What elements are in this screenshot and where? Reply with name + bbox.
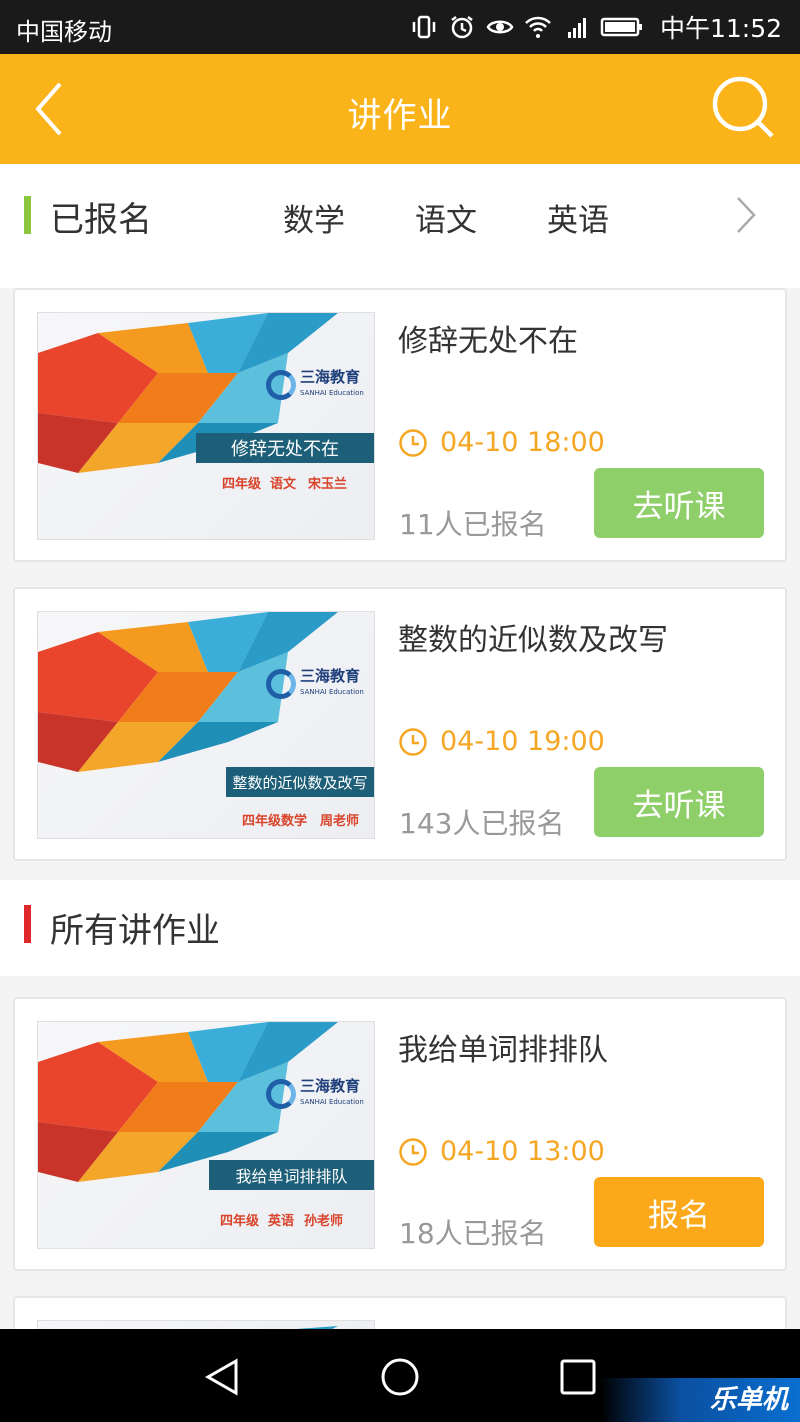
lesson-thumbnail: 三海教育 SANHAI Education 整数的近似数及改写 四年级数学 周老师: [37, 611, 375, 839]
system-nav-bar: 乐单机: [0, 1329, 800, 1422]
tab-math[interactable]: 数学: [283, 195, 345, 240]
poly-art: [38, 313, 338, 473]
registered-header: 已报名 数学 语文 英语: [0, 164, 800, 268]
alarm-icon: [451, 16, 473, 39]
registered-label: 已报名: [50, 200, 152, 240]
registered-count: 11人已报名: [399, 508, 547, 541]
lesson-card[interactable]: 三海教育 SANHAI Education 我给单词排排队 四年级 英语 孙老师 …: [13, 997, 787, 1271]
attend-class-button[interactable]: 去听课: [594, 468, 764, 538]
battery-icon: [600, 17, 642, 37]
section-marker: [24, 905, 31, 943]
thumb-meta: 四年级: [220, 1214, 260, 1229]
lesson-title: 整数的近似数及改写: [398, 623, 668, 658]
poly-art: [38, 612, 338, 772]
chevron-right-icon[interactable]: [732, 194, 760, 236]
thumb-meta: 孙老师: [304, 1214, 344, 1229]
lesson-thumbnail: 三海教育 SANHAI Education 我给单词排排队 四年级 英语 孙老师: [37, 1021, 375, 1249]
lesson-time: 04-10 18:00: [440, 427, 605, 458]
thumb-banner: 我给单词排排队: [209, 1160, 374, 1190]
brand-logo: 三海教育 SANHAI Education: [266, 1078, 364, 1110]
clock-icon: [399, 429, 427, 457]
tab-chinese[interactable]: 语文: [415, 195, 477, 240]
status-icons: 中午11:52: [410, 10, 782, 44]
lesson-card[interactable]: 三海教育 SANHAI Education 修辞无处不在 四年级 语文 宋玉兰 修…: [13, 288, 787, 562]
thumb-meta: 四年级数学: [242, 814, 308, 829]
eye-icon: [486, 20, 514, 34]
status-time: 中午11:52: [659, 14, 782, 43]
page-title: 讲作业: [347, 96, 453, 136]
carrier-name: 中国移动: [16, 18, 112, 46]
lesson-title: 修辞无处不在: [398, 324, 578, 359]
thumb-banner: 修辞无处不在: [196, 433, 374, 463]
tab-english[interactable]: 英语: [547, 195, 609, 240]
clock-icon: [399, 728, 427, 756]
logo-mark-icon: [266, 370, 296, 400]
logo-text: 三海教育: [300, 667, 361, 685]
logo-mark-icon: [266, 1079, 296, 1109]
clock-icon: [399, 1138, 427, 1166]
logo-text: 三海教育: [300, 1077, 361, 1095]
registered-count: 18人已报名: [399, 1217, 547, 1250]
thumb-meta: 英语: [268, 1214, 295, 1229]
logo-text: 三海教育: [300, 368, 361, 386]
lesson-time: 04-10 13:00: [440, 1136, 605, 1167]
register-button[interactable]: 报名: [594, 1177, 764, 1247]
lesson-card[interactable]: 三海教育 SANHAI Education 整数的近似数及改写 四年级数学 周老师…: [13, 587, 787, 861]
brand-logo: 三海教育 SANHAI Education: [266, 668, 364, 700]
lesson-time: 04-10 19:00: [440, 726, 605, 757]
nav-back-icon[interactable]: [200, 1355, 244, 1399]
all-lessons-header: 所有讲作业: [0, 880, 800, 976]
all-lessons-label: 所有讲作业: [50, 911, 220, 951]
watermark: 乐单机: [600, 1378, 800, 1422]
logo-subtext: SANHAI Education: [300, 1098, 364, 1106]
lesson-thumbnail: 三海教育 SANHAI Education 修辞无处不在 四年级 语文 宋玉兰: [37, 312, 375, 540]
thumb-meta: 宋玉兰: [308, 477, 348, 492]
signal-4g-icon: [567, 18, 586, 38]
nav-home-icon[interactable]: [378, 1355, 422, 1399]
registered-count: 143人已报名: [399, 807, 565, 840]
lesson-title: 我给单词排排队: [398, 1033, 608, 1068]
wifi-icon: [525, 16, 551, 38]
nav-recents-icon[interactable]: [556, 1355, 600, 1399]
logo-mark-icon: [266, 669, 296, 699]
thumb-meta: 语文: [270, 477, 297, 492]
brand-logo: 三海教育 SANHAI Education: [266, 369, 364, 401]
section-marker: [24, 196, 31, 234]
thumb-meta: 四年级: [222, 477, 262, 492]
thumb-meta: 周老师: [320, 814, 360, 829]
thumb-banner: 整数的近似数及改写: [226, 767, 374, 797]
search-icon[interactable]: [710, 74, 776, 140]
status-bar: 中国移动 中午11:52: [0, 0, 800, 54]
logo-subtext: SANHAI Education: [300, 389, 364, 397]
attend-class-button[interactable]: 去听课: [594, 767, 764, 837]
logo-subtext: SANHAI Education: [300, 688, 364, 696]
spacer: [0, 268, 800, 288]
app-bar: 讲作业: [0, 54, 800, 164]
vibrate-icon: [412, 15, 436, 39]
